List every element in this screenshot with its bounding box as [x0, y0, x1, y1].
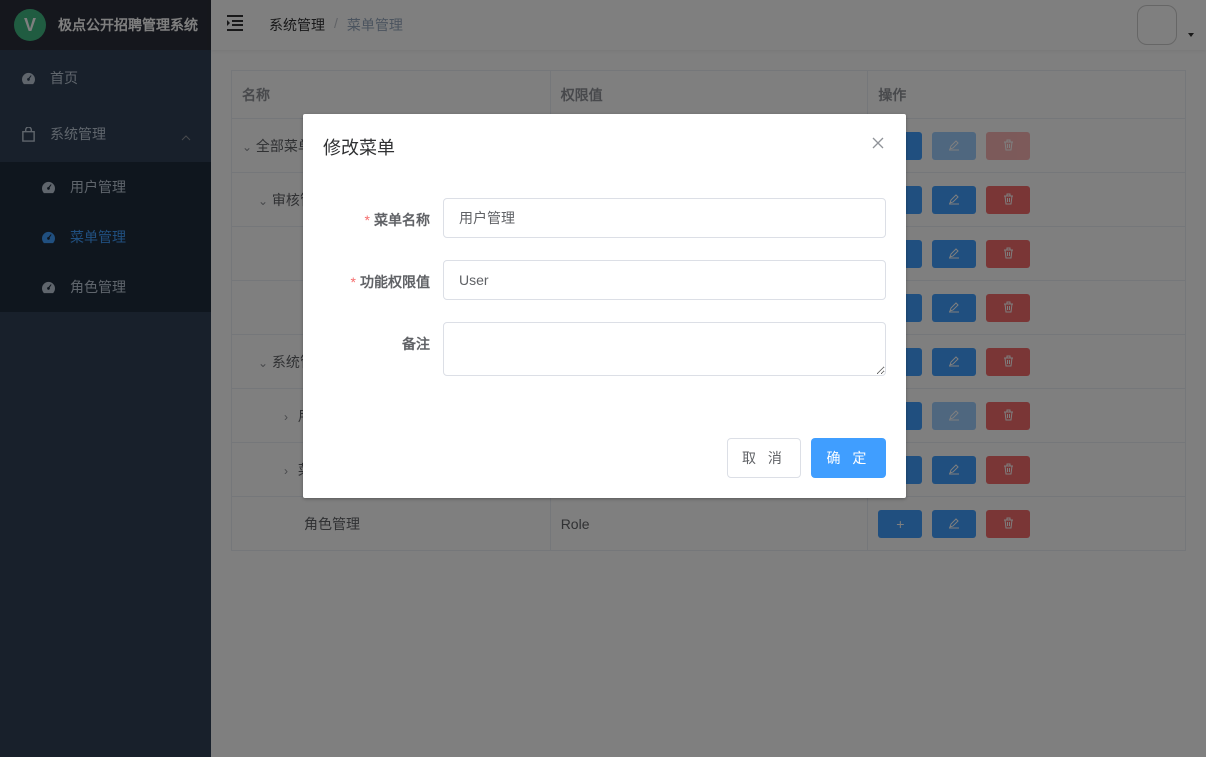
required-mark: *: [364, 212, 370, 228]
remark-textarea[interactable]: [443, 322, 886, 376]
permission-value-input[interactable]: [443, 260, 886, 300]
edit-menu-dialog: 修改菜单 *菜单名称 *功能权限值 备注 取 消 确 定: [303, 114, 906, 498]
close-icon[interactable]: [872, 136, 886, 150]
confirm-button[interactable]: 确 定: [811, 438, 886, 478]
required-mark: *: [350, 274, 356, 290]
dialog-title: 修改菜单: [323, 138, 395, 158]
form-label: * 菜单名称: [364, 212, 430, 228]
form-row-perm: * 功能权限值: [303, 260, 906, 300]
cancel-button[interactable]: 取 消: [727, 438, 801, 478]
form-label: 备注: [402, 336, 430, 352]
form-label: * 功能权限值: [350, 274, 430, 290]
form-row-name: * 菜单名称: [303, 198, 906, 238]
form-row-remark: 备注: [303, 322, 906, 376]
menu-name-input[interactable]: [443, 198, 886, 238]
